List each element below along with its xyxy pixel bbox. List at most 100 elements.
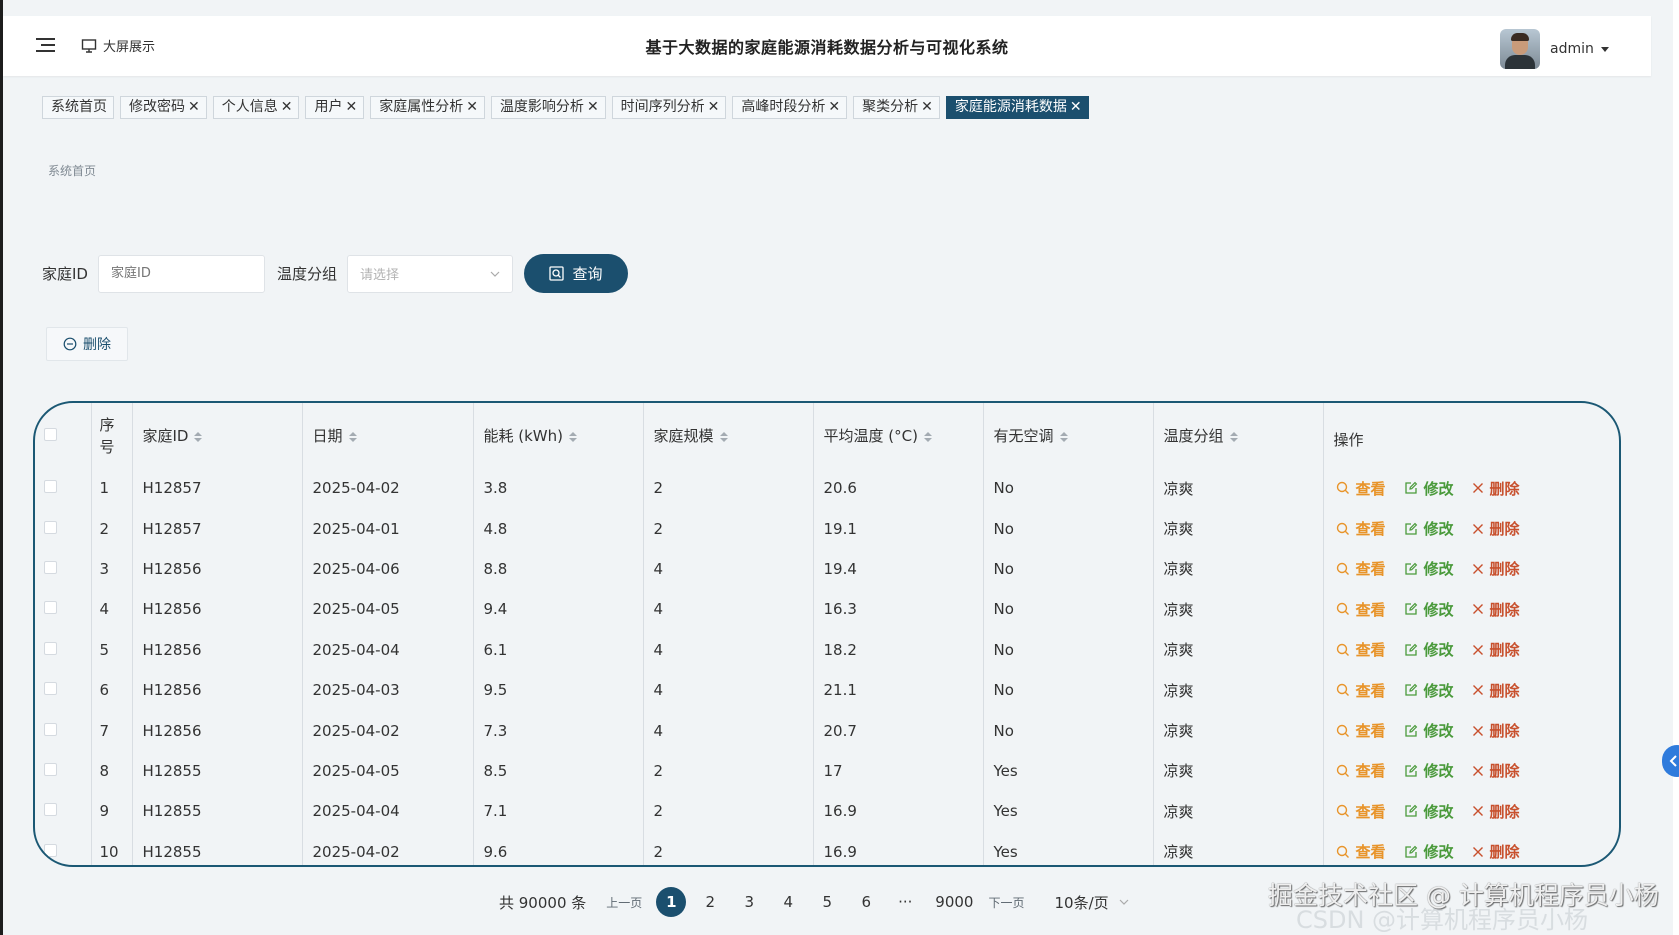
edit-button[interactable]: 修改 [1404, 518, 1454, 539]
side-panel-toggle[interactable] [1662, 745, 1679, 777]
delete-button[interactable]: 删除 [1472, 801, 1520, 822]
sort-icon[interactable] [719, 431, 728, 442]
column-header[interactable]: 日期 [302, 403, 474, 468]
column-header[interactable]: 家庭规模 [643, 403, 814, 468]
table-cell: 2 [643, 468, 814, 509]
row-checkbox[interactable] [44, 762, 57, 776]
sort-icon[interactable] [194, 431, 203, 442]
edit-button[interactable]: 修改 [1404, 599, 1454, 620]
tab-8[interactable]: 聚类分析 ✕ [853, 96, 940, 119]
delete-button[interactable]: 删除 [1472, 599, 1520, 620]
close-icon[interactable]: ✕ [587, 97, 599, 118]
query-button[interactable]: 查询 [524, 254, 628, 293]
sort-icon[interactable] [348, 431, 357, 442]
close-icon[interactable]: ✕ [281, 97, 293, 118]
batch-delete-button[interactable]: 删除 [46, 327, 128, 361]
close-icon[interactable]: ✕ [466, 97, 478, 118]
view-button[interactable]: 查看 [1336, 478, 1386, 499]
table-cell: No [983, 468, 1154, 509]
select-all-checkbox[interactable] [44, 427, 57, 441]
view-button[interactable]: 查看 [1336, 841, 1386, 862]
close-icon[interactable]: ✕ [1070, 97, 1082, 118]
household-id-input[interactable] [97, 254, 265, 293]
edit-button[interactable]: 修改 [1404, 760, 1454, 781]
edit-icon [1404, 845, 1417, 858]
row-actions: 查看 修改 删除 [1336, 599, 1620, 620]
page-number[interactable]: 4 [773, 893, 803, 911]
view-button[interactable]: 查看 [1336, 558, 1386, 579]
view-button[interactable]: 查看 [1336, 599, 1386, 620]
page-number[interactable]: 9000 [935, 893, 973, 911]
row-checkbox[interactable] [44, 480, 57, 494]
close-icon[interactable]: ✕ [345, 97, 357, 118]
sort-icon[interactable] [1059, 431, 1068, 442]
delete-button[interactable]: 删除 [1472, 680, 1520, 701]
table-cell: 凉爽 [1153, 548, 1324, 590]
edit-button[interactable]: 修改 [1404, 478, 1454, 499]
delete-button[interactable]: 删除 [1472, 720, 1520, 741]
sort-icon[interactable] [569, 431, 577, 442]
page-ellipsis[interactable]: ··· [890, 893, 920, 911]
edit-button[interactable]: 修改 [1404, 680, 1454, 701]
page-number[interactable]: 1 [656, 887, 687, 917]
view-button[interactable]: 查看 [1336, 639, 1386, 660]
edit-button[interactable]: 修改 [1404, 801, 1454, 822]
view-button[interactable]: 查看 [1336, 760, 1386, 781]
tab-5[interactable]: 温度影响分析 ✕ [490, 96, 606, 119]
sort-icon[interactable] [923, 431, 932, 442]
sort-icon[interactable] [1229, 431, 1238, 442]
tab-7[interactable]: 高峰时段分析 ✕ [732, 96, 848, 119]
view-button[interactable]: 查看 [1336, 801, 1386, 822]
edit-button[interactable]: 修改 [1404, 639, 1454, 660]
next-page-button[interactable]: 下一页 [988, 894, 1024, 911]
close-icon[interactable]: ✕ [828, 97, 840, 118]
column-header[interactable]: 家庭ID [132, 403, 303, 468]
user-menu[interactable]: admin [1500, 29, 1609, 69]
row-checkbox[interactable] [44, 520, 57, 534]
prev-page-button[interactable]: 上一页 [606, 894, 642, 911]
page-number[interactable]: 2 [695, 893, 725, 911]
temp-group-select[interactable]: 请选择 [347, 254, 513, 293]
tab-2[interactable]: 个人信息 ✕ [212, 96, 300, 119]
close-icon[interactable]: ✕ [708, 97, 720, 118]
delete-button[interactable]: 删除 [1472, 478, 1520, 499]
breadcrumb: 系统首页 [48, 164, 97, 178]
edit-button[interactable]: 修改 [1404, 720, 1454, 741]
table-cell: 2025-04-02 [302, 710, 474, 751]
delete-button[interactable]: 删除 [1472, 518, 1520, 539]
page-number[interactable]: 6 [851, 893, 881, 911]
tab-4[interactable]: 家庭属性分析 ✕ [370, 96, 485, 119]
edit-button[interactable]: 修改 [1404, 841, 1454, 862]
row-checkbox[interactable] [44, 682, 57, 696]
tab-3[interactable]: 用户 ✕ [305, 96, 365, 119]
delete-button[interactable]: 删除 [1472, 841, 1520, 862]
view-button[interactable]: 查看 [1336, 518, 1386, 539]
row-checkbox[interactable] [44, 560, 57, 574]
page-size-select[interactable]: 10条/页 [1054, 892, 1129, 913]
column-header[interactable]: 温度分组 [1153, 403, 1324, 468]
tab-0[interactable]: 系统首页 [42, 96, 114, 119]
column-header[interactable]: 能耗 (kWh) [473, 403, 644, 468]
tab-6[interactable]: 时间序列分析 ✕ [611, 96, 727, 119]
row-checkbox[interactable] [44, 601, 57, 615]
row-checkbox[interactable] [44, 722, 57, 736]
row-checkbox[interactable] [44, 641, 57, 655]
table-cell: No [983, 669, 1154, 711]
tab-9[interactable]: 家庭能源消耗数据 ✕ [945, 96, 1089, 119]
close-icon[interactable]: ✕ [188, 97, 200, 118]
close-icon[interactable]: ✕ [921, 97, 933, 118]
page-number[interactable]: 5 [812, 893, 842, 911]
column-header[interactable]: 平均温度 (°C) [813, 403, 984, 468]
delete-button[interactable]: 删除 [1472, 760, 1520, 781]
view-button[interactable]: 查看 [1336, 680, 1386, 701]
table-cell: 16.3 [813, 589, 984, 630]
view-button[interactable]: 查看 [1336, 720, 1386, 741]
edit-button[interactable]: 修改 [1404, 558, 1454, 579]
row-checkbox[interactable] [44, 843, 57, 857]
column-header[interactable]: 有无空调 [983, 403, 1154, 468]
page-number[interactable]: 3 [734, 893, 764, 911]
delete-button[interactable]: 删除 [1472, 558, 1520, 579]
tab-1[interactable]: 修改密码 ✕ [120, 96, 207, 119]
row-checkbox[interactable] [44, 803, 57, 817]
delete-button[interactable]: 删除 [1472, 639, 1520, 660]
